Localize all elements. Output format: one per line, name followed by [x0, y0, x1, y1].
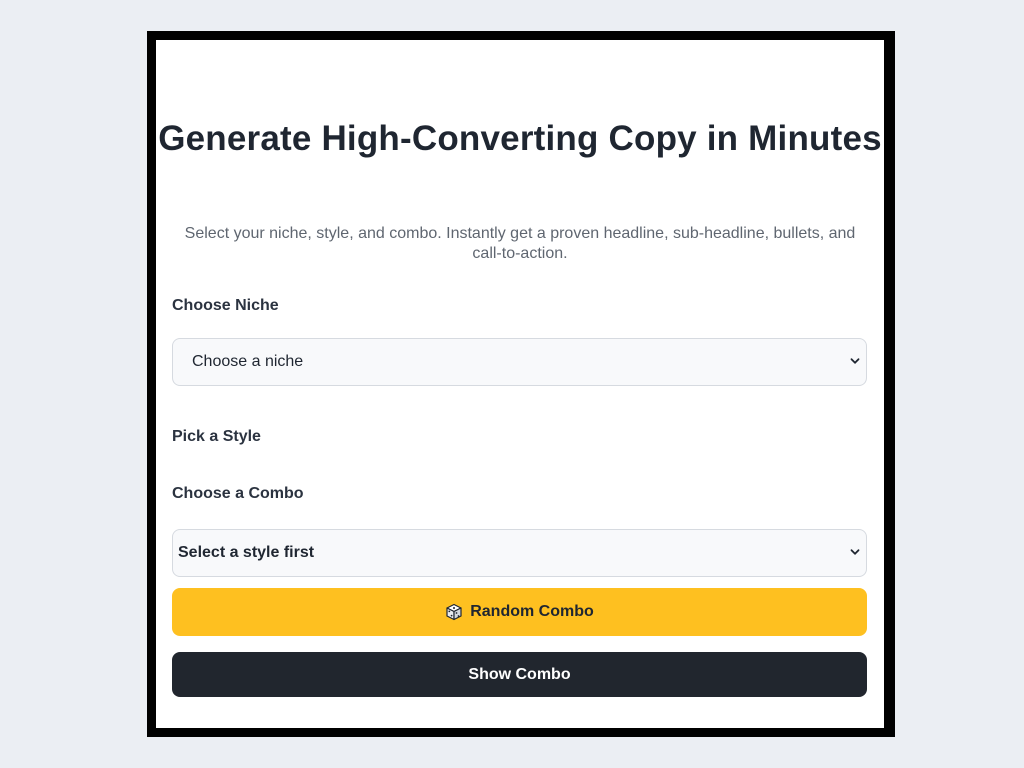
combo-select-value: Select a style first: [178, 544, 315, 561]
combo-label: Choose a Combo: [172, 485, 304, 502]
style-label: Pick a Style: [172, 428, 261, 445]
niche-select-value: Choose a niche: [192, 353, 304, 370]
combo-select[interactable]: Select a style first: [172, 529, 867, 577]
niche-label: Choose Niche: [172, 297, 279, 314]
page-subtitle: Select your niche, style, and combo. Ins…: [184, 225, 856, 262]
chevron-down-icon: [850, 358, 860, 364]
chevron-down-icon: [850, 549, 860, 555]
page-title: Generate High-Converting Copy in Minutes: [158, 119, 882, 158]
show-combo-button[interactable]: Show Combo: [172, 652, 867, 697]
generator-card: Generate High-Converting Copy in Minutes…: [156, 40, 884, 728]
niche-select[interactable]: Choose a niche: [172, 338, 867, 386]
show-combo-label: Show Combo: [468, 665, 571, 683]
random-combo-button[interactable]: Random Combo: [172, 588, 867, 636]
dice-icon: [446, 603, 462, 621]
random-combo-label: Random Combo: [470, 603, 594, 620]
card-frame: Generate High-Converting Copy in Minutes…: [147, 31, 895, 737]
